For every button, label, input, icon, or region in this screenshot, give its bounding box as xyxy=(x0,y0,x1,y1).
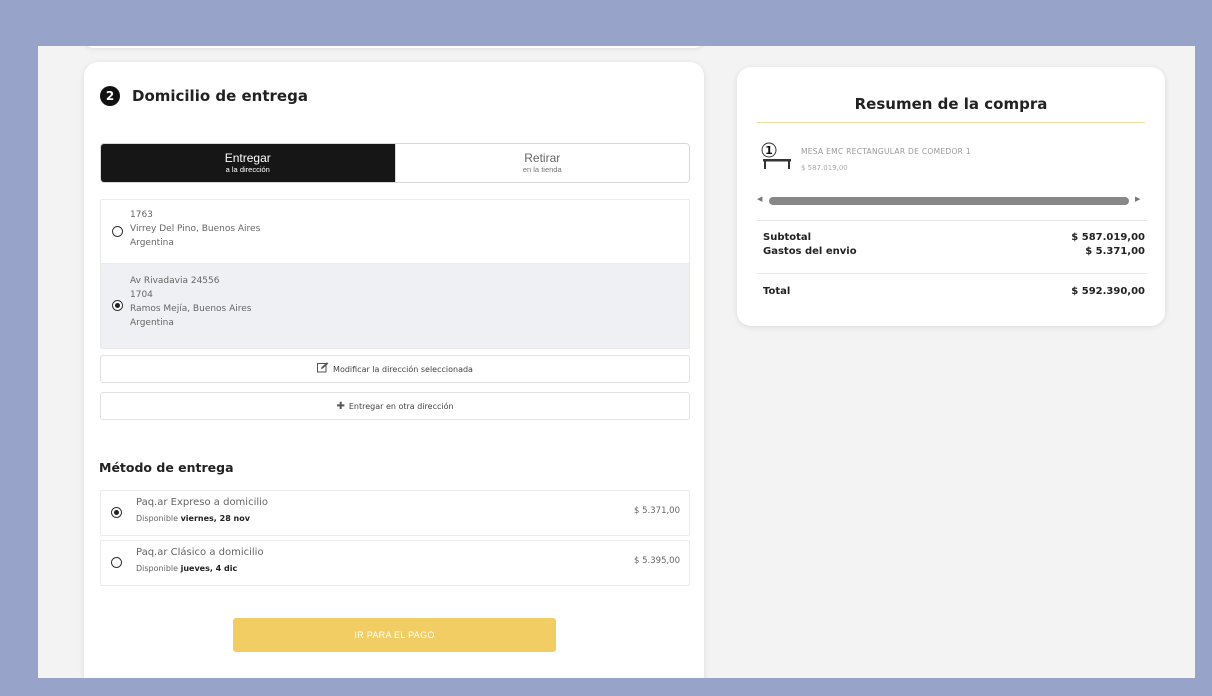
address-line: Virrey Del Pino, Buenos Aires xyxy=(130,224,261,234)
edit-icon xyxy=(317,362,329,376)
address-line: 1763 xyxy=(130,210,153,220)
shipping-price-classic: $ 5.395,00 xyxy=(634,556,680,566)
product-quantity: 1 xyxy=(765,144,773,157)
tab-pickup-label: Retirar xyxy=(524,151,561,165)
summary-title: Resumen de la compra xyxy=(854,95,1048,113)
address-radio-1[interactable] xyxy=(112,226,123,237)
shipping-method-title: Método de entrega xyxy=(99,460,234,475)
shipping-cost-label: Gastos del envio xyxy=(763,246,857,257)
scroll-right-arrow-icon[interactable]: ▶ xyxy=(1135,195,1140,203)
shipping-name-express: Paq.ar Expreso a domicilio xyxy=(136,497,269,508)
address-line: Argentina xyxy=(130,238,174,248)
shipping-availability-classic: Disponible jueves, 4 dic xyxy=(136,564,237,573)
go-to-payment-button[interactable]: IR PARA EL PAGO xyxy=(233,618,556,652)
subtotal-label: Subtotal xyxy=(763,232,812,243)
total-value: $ 592.390,00 xyxy=(1071,286,1145,297)
delivery-title: Domicilio de entrega xyxy=(132,87,308,105)
address-line: 1704 xyxy=(130,290,153,300)
step-number-badge: 2 xyxy=(100,86,120,106)
horizontal-scrollbar[interactable] xyxy=(769,197,1129,205)
shipping-name-classic: Paq.ar Clásico a domicilio xyxy=(136,547,264,558)
availability-prefix: Disponible xyxy=(136,514,179,523)
plus-icon: ✚ xyxy=(336,400,345,412)
tab-deliver-label: Entregar xyxy=(224,151,271,165)
subtotal-value: $ 587.019,00 xyxy=(1071,232,1145,243)
modify-address-label: Modificar la dirección seleccionada xyxy=(333,364,473,374)
address-text-2: Av Rivadavia 24556 1704 Ramos Mejía, Bue… xyxy=(130,274,252,330)
address-radio-2[interactable] xyxy=(112,300,123,311)
shipping-radio-classic[interactable] xyxy=(111,557,122,568)
address-line: Argentina xyxy=(130,318,174,328)
availability-prefix: Disponible xyxy=(136,564,179,573)
product-price: $ 587.019,00 xyxy=(801,164,848,172)
summary-divider xyxy=(757,122,1145,123)
summary-divider xyxy=(757,273,1147,274)
address-line: Av Rivadavia 24556 xyxy=(130,276,220,286)
delivery-header: 2 Domicilio de entrega xyxy=(100,86,308,106)
shipping-radio-express[interactable] xyxy=(111,507,122,518)
shipping-price-express: $ 5.371,00 xyxy=(634,506,680,516)
add-address-label: Entregar en otra dirección xyxy=(348,401,454,411)
address-line: Ramos Mejía, Buenos Aires xyxy=(130,304,252,314)
tab-deliver[interactable]: Entregar a la dirección xyxy=(101,144,395,182)
delivery-type-tabs: Entregar a la dirección Retirar en la ti… xyxy=(100,143,690,183)
checkout-page: 2 Domicilio de entrega Entregar a la dir… xyxy=(38,46,1195,678)
scroll-left-arrow-icon[interactable]: ◀ xyxy=(757,195,762,203)
address-option-1[interactable]: 1763 Virrey Del Pino, Buenos Aires Argen… xyxy=(100,199,690,265)
delivery-card: 2 Domicilio de entrega Entregar a la dir… xyxy=(84,62,704,678)
total-label: Total xyxy=(763,286,791,297)
availability-date: viernes, 28 nov xyxy=(180,514,250,523)
table-product-icon: 1 xyxy=(761,141,793,173)
product-name: MESA EMC RECTANGULAR DE COMEDOR 1 xyxy=(801,147,971,156)
shipping-cost-value: $ 5.371,00 xyxy=(1085,246,1145,257)
tab-pickup-sublabel: en la tienda xyxy=(522,165,562,174)
address-text-1: 1763 Virrey Del Pino, Buenos Aires Argen… xyxy=(130,208,260,250)
shipping-option-classic[interactable]: Paq.ar Clásico a domicilio Disponible ju… xyxy=(100,540,690,586)
order-summary-card: Resumen de la compra 1 MESA EMC RECTANGU… xyxy=(737,67,1165,326)
address-option-2[interactable]: Av Rivadavia 24556 1704 Ramos Mejía, Bue… xyxy=(100,263,690,349)
add-address-button[interactable]: ✚ Entregar en otra dirección xyxy=(100,392,690,420)
modify-address-button[interactable]: Modificar la dirección seleccionada xyxy=(100,355,690,383)
availability-date: jueves, 4 dic xyxy=(180,564,238,573)
shipping-option-express[interactable]: Paq.ar Expreso a domicilio Disponible vi… xyxy=(100,490,690,536)
tab-deliver-sublabel: a la dirección xyxy=(225,165,270,174)
previous-step-card xyxy=(84,46,704,48)
tab-pickup[interactable]: Retirar en la tienda xyxy=(394,144,689,182)
summary-divider xyxy=(757,220,1147,221)
shipping-availability-express: Disponible viernes, 28 nov xyxy=(136,514,250,523)
